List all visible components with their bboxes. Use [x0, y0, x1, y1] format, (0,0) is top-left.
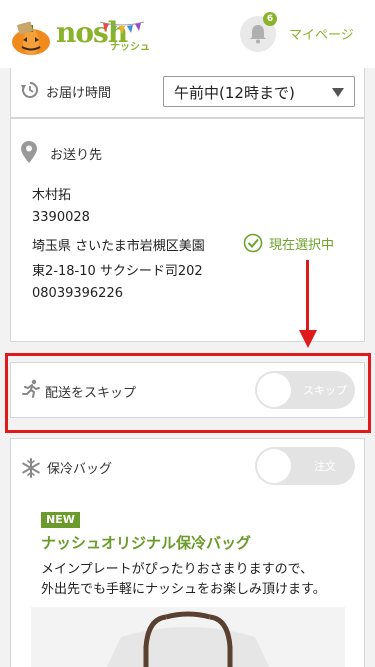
bell-icon — [250, 25, 266, 44]
order-toggle-label: 注文 — [314, 460, 336, 473]
cool-bag-photo — [31, 607, 345, 667]
cool-bag-card: 保冷バッグ 注文 NEW ナッシュオリジナル保冷バッグ メインプレートがぴったり… — [10, 438, 365, 667]
delivery-time-label: お届け時間 — [46, 86, 112, 101]
recipient-name: 木村拓 — [32, 188, 72, 203]
annotation-arrow-shaft — [306, 260, 309, 332]
phone-number: 08039396226 — [32, 286, 123, 301]
new-badge: NEW — [41, 512, 80, 528]
logo-subtext: ナッシュ — [110, 42, 150, 53]
delivery-time-value: 午前中(12時まで) — [174, 84, 295, 102]
cool-bag-order-toggle[interactable]: 注文 — [255, 447, 355, 485]
delivery-time-select[interactable]: 午前中(12時まで) — [163, 76, 355, 107]
notification-badge: 6 — [263, 12, 277, 26]
address-line-2: 東2-18-10 サクシード司202 — [32, 264, 203, 279]
bag-image-icon — [31, 607, 345, 667]
cool-bag-description-1: メインプレートがぴったりおさまりますので、 — [41, 562, 314, 577]
bunting-flags-icon — [100, 21, 144, 34]
pumpkin-logo-icon — [12, 21, 50, 55]
annotation-highlight-box — [5, 353, 371, 433]
toggle-knob — [257, 449, 291, 483]
mypage-link[interactable]: マイページ — [289, 24, 354, 43]
location-pin-icon — [21, 141, 37, 163]
delivery-time-card: お届け時間 午前中(12時まで) — [10, 68, 365, 118]
address-label: お送り先 — [50, 148, 103, 163]
annotation-arrow-head-icon — [299, 330, 317, 348]
check-circle-icon — [243, 233, 263, 253]
app-header: nosh ナッシュ 6 マイページ — [0, 0, 375, 68]
nosh-logo[interactable]: nosh ナッシュ — [10, 12, 150, 58]
cool-bag-description-2: 外出先でも手軽にナッシュをお楽しみ頂けます。 — [41, 582, 326, 597]
chevron-down-icon — [332, 88, 344, 97]
address-line-1: 埼玉県 さいたま市岩槻区美園 — [32, 239, 205, 254]
cool-bag-title: ナッシュオリジナル保冷バッグ — [41, 534, 252, 552]
selected-status-text: 現在選択中 — [269, 238, 335, 253]
snowflake-icon — [22, 458, 40, 478]
clock-refresh-icon — [21, 81, 39, 98]
postal-code: 3390028 — [32, 210, 90, 225]
address-card: お送り先 木村拓 3390028 埼玉県 さいたま市岩槻区美園 東2-18-10… — [10, 118, 365, 342]
cool-bag-label: 保冷バッグ — [47, 462, 113, 477]
